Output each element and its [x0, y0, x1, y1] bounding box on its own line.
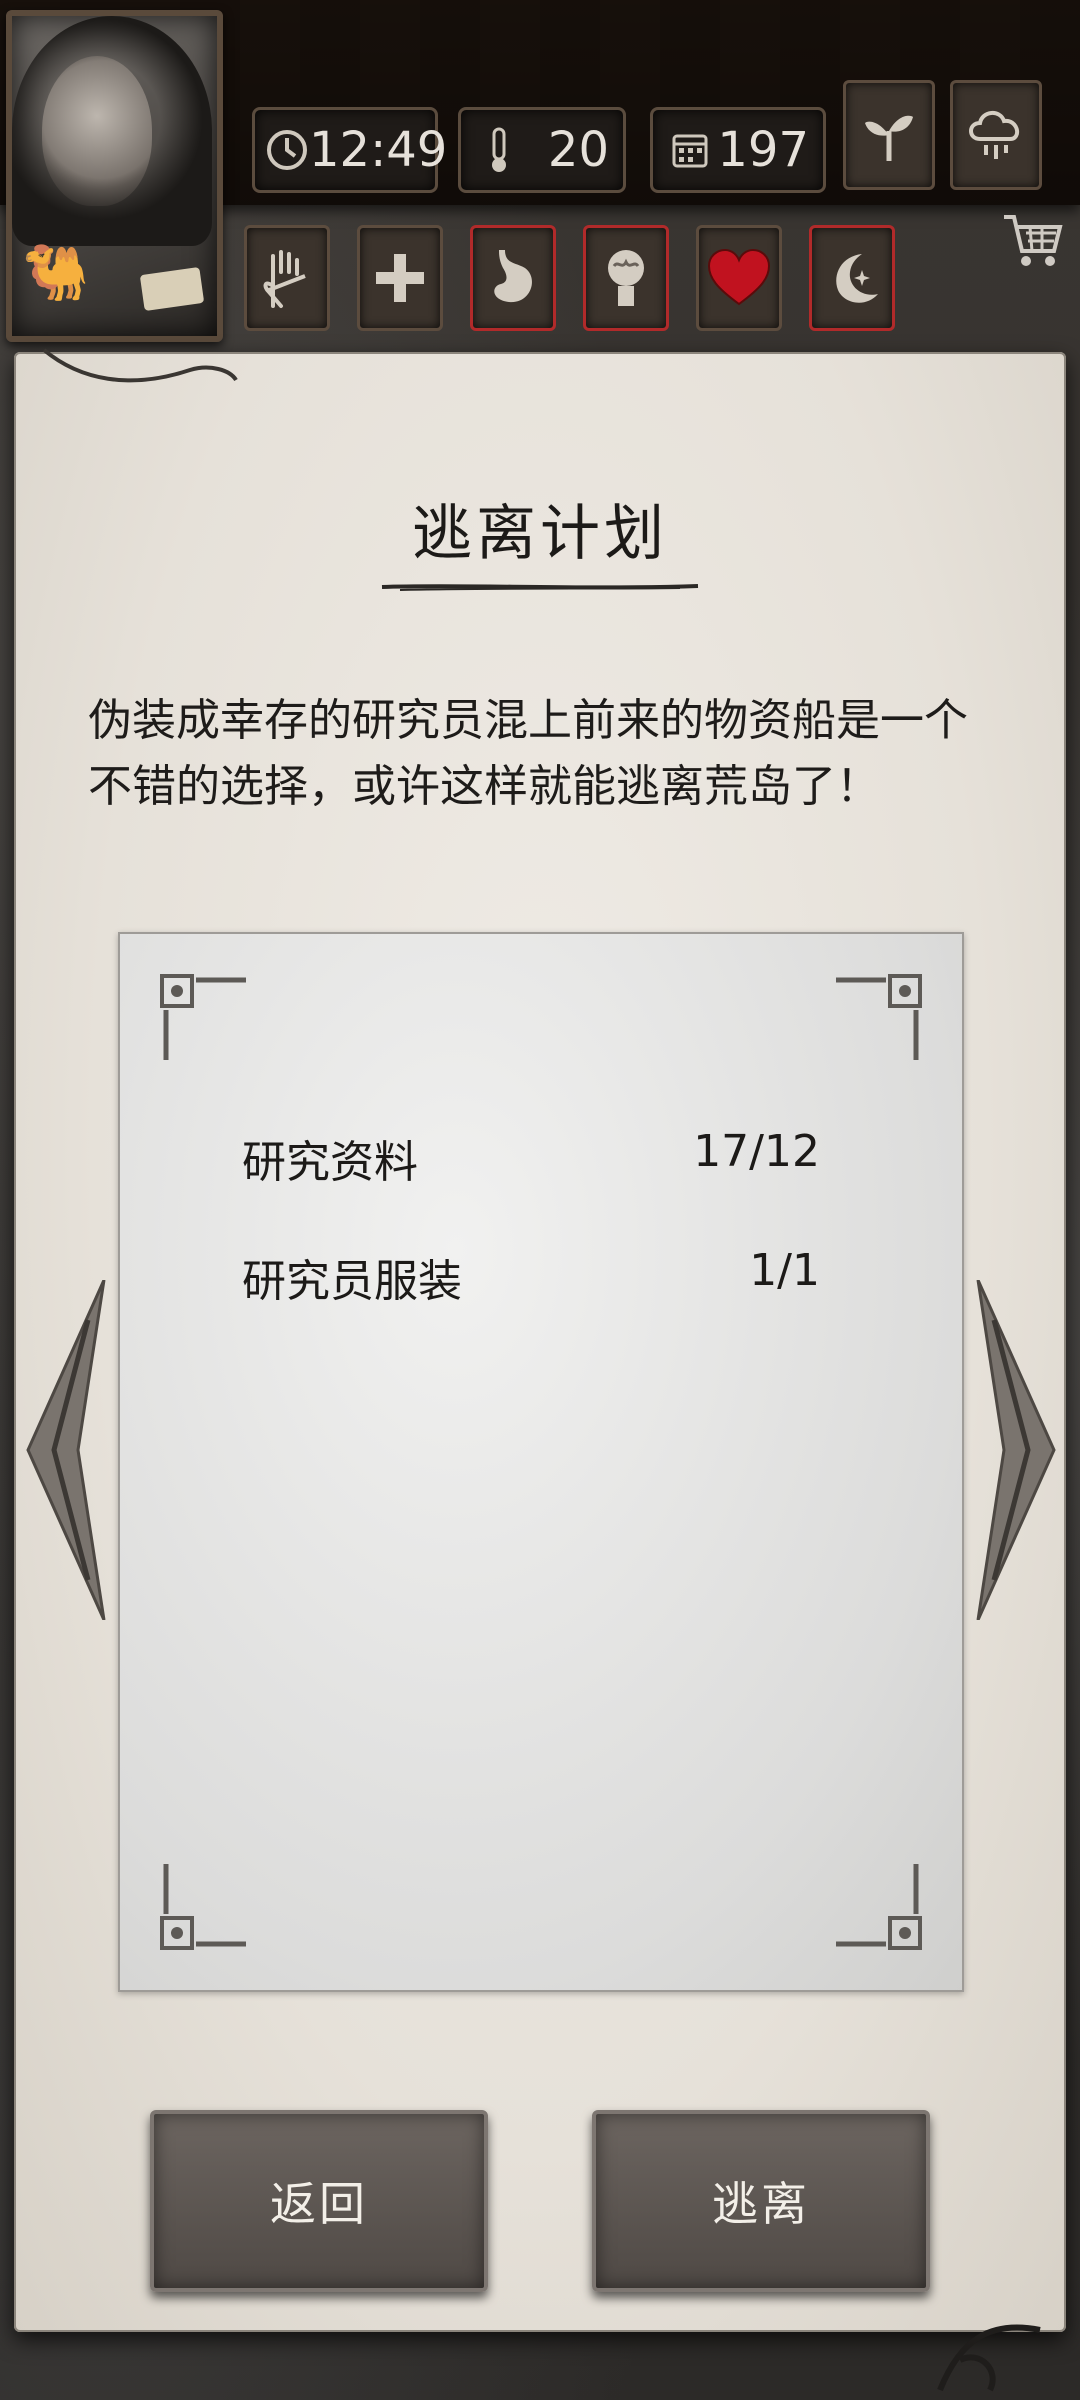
- mind-status-button[interactable]: [583, 225, 669, 331]
- description-line-2: 不错的选择，或许这样就能逃离荒岛了！: [88, 761, 880, 812]
- shop-cart-button[interactable]: [998, 205, 1068, 279]
- hand-status-button[interactable]: [244, 225, 330, 331]
- rain-cloud-icon: [969, 111, 1020, 159]
- day-display: 197: [650, 107, 826, 193]
- sleep-status-button[interactable]: [809, 225, 895, 331]
- avatar-hood: [12, 16, 212, 246]
- requirement-value-researcher-outfit: 1/1: [749, 1245, 820, 1296]
- scroll-icon: [139, 266, 205, 312]
- corner-ornament: [836, 1864, 922, 1950]
- plan-description: 伪装成幸存的研究员混上前来的物资船是一个 不错的选择，或许这样就能逃离荒岛了！: [88, 688, 1008, 820]
- heart-icon: [707, 248, 771, 306]
- requirement-name-research-data: 研究资料: [242, 1137, 418, 1188]
- requirement-value-research-data: 17/12: [693, 1126, 820, 1177]
- hand-icon: [263, 250, 306, 308]
- temperature-display: 20: [458, 107, 626, 193]
- stomach-status-button[interactable]: [470, 225, 556, 331]
- sprout-icon: [865, 115, 913, 161]
- sprout-button[interactable]: [843, 80, 935, 190]
- character-avatar[interactable]: 🐫: [6, 10, 223, 342]
- time-value: 12:49: [309, 122, 448, 178]
- corner-ornament: [160, 1864, 246, 1950]
- heart-status-button[interactable]: [696, 225, 782, 331]
- vine-decoration: [937, 2324, 1041, 2392]
- shopping-cart-icon: [1004, 215, 1063, 266]
- brain-icon: [608, 250, 644, 306]
- thermometer-icon: [471, 122, 527, 178]
- weather-button[interactable]: [950, 80, 1042, 190]
- corner-ornament: [836, 974, 922, 1060]
- title-underline: [381, 584, 699, 591]
- stomach-icon: [494, 250, 532, 303]
- corner-ornament: [160, 974, 246, 1060]
- temperature-value: 20: [547, 122, 609, 178]
- vine-decoration: [42, 348, 238, 383]
- plus-icon: [376, 254, 424, 302]
- moon-icon: [836, 254, 878, 303]
- camel-icon: 🐫: [22, 241, 90, 304]
- next-arrow-icon[interactable]: [974, 1280, 1064, 1620]
- requirement-name-researcher-outfit: 研究员服装: [242, 1256, 462, 1307]
- requirements-card: [118, 932, 964, 1992]
- health-status-button[interactable]: [357, 225, 443, 331]
- calendar-icon: [663, 122, 717, 178]
- plan-title: 逃离计划: [412, 499, 668, 569]
- clock-icon: [265, 122, 309, 178]
- time-display: 12:49: [252, 107, 447, 193]
- previous-arrow-icon[interactable]: [18, 1280, 108, 1620]
- description-line-1: 伪装成幸存的研究员混上前来的物资船是一个: [88, 695, 968, 746]
- day-value: 197: [717, 122, 809, 178]
